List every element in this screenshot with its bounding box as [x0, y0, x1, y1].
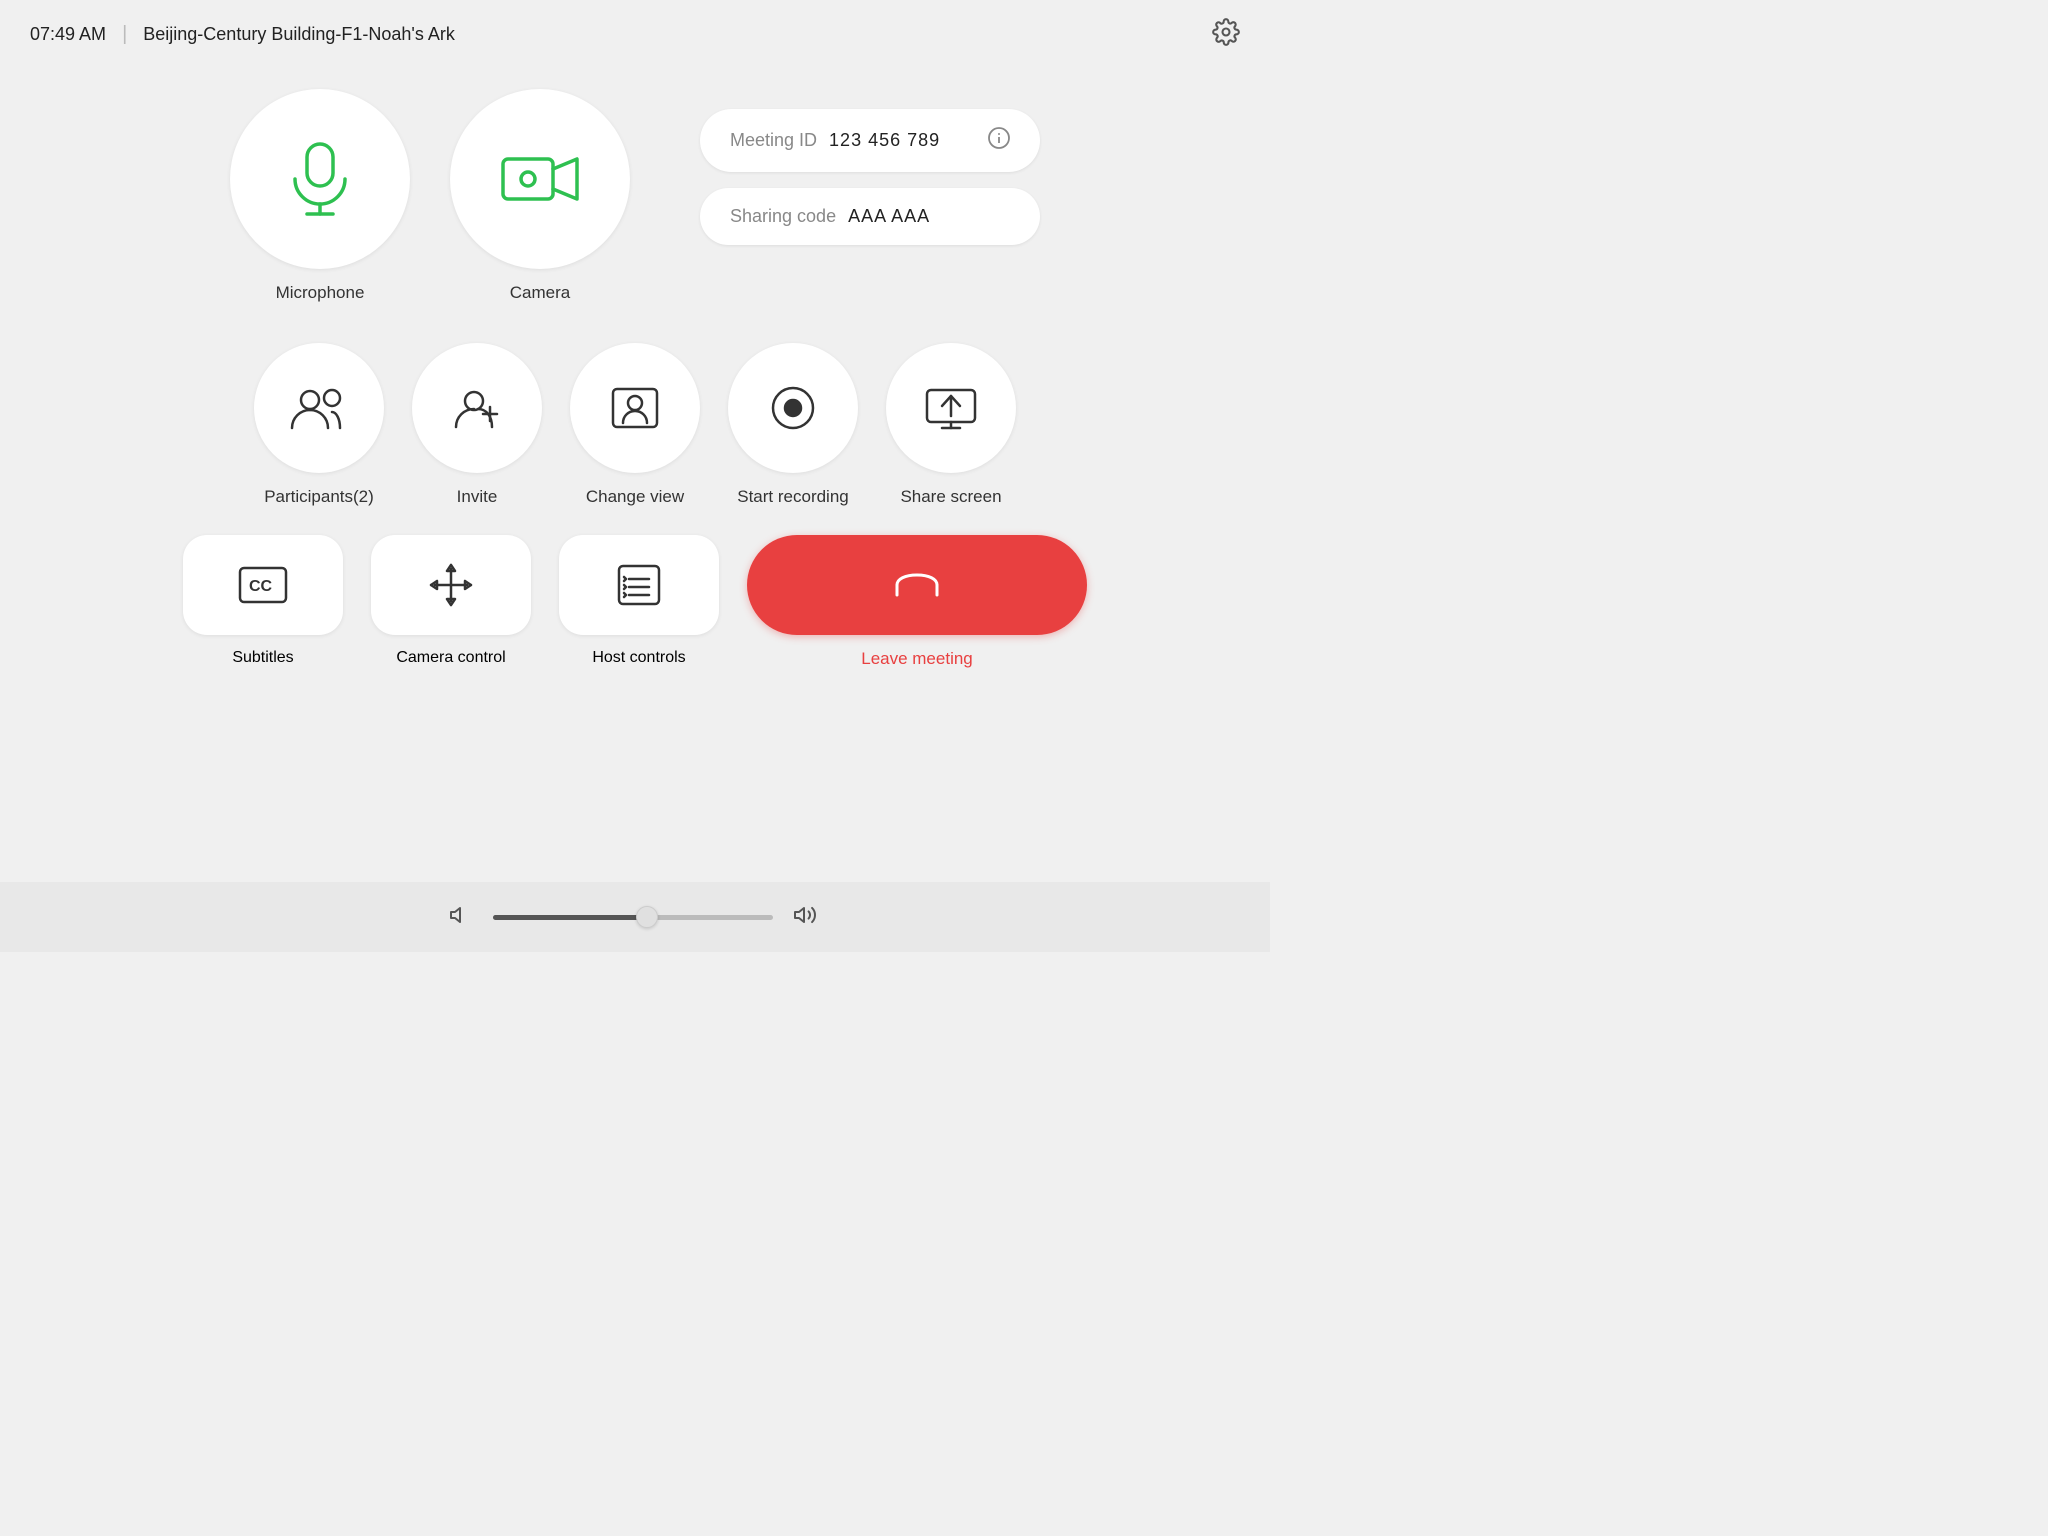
- invite-label: Invite: [457, 487, 498, 507]
- volume-thumb[interactable]: [636, 906, 658, 928]
- volume-low-icon: [449, 903, 473, 932]
- main-content: Microphone Camera Meeting ID 123 456 789: [0, 69, 1270, 669]
- header: 07:49 AM | Beijing-Century Building-F1-N…: [0, 0, 1270, 69]
- meeting-id-label: Meeting ID: [730, 130, 817, 151]
- bottom-row: CC Subtitles Camera control: [183, 535, 1087, 669]
- camera-control-button[interactable]: Camera control: [371, 535, 531, 667]
- change-view-circle: [570, 343, 700, 473]
- change-view-button[interactable]: Change view: [570, 343, 700, 507]
- camera-label: Camera: [510, 283, 570, 303]
- start-recording-label: Start recording: [737, 487, 849, 507]
- participants-button[interactable]: Participants(2): [254, 343, 384, 507]
- participants-label: Participants(2): [264, 487, 374, 507]
- camera-control-rect: [371, 535, 531, 635]
- host-controls-button[interactable]: Host controls: [559, 535, 719, 667]
- change-view-label: Change view: [586, 487, 684, 507]
- volume-fill: [493, 915, 647, 920]
- microphone-button[interactable]: Microphone: [230, 89, 410, 303]
- header-left: 07:49 AM | Beijing-Century Building-F1-N…: [30, 23, 455, 46]
- location-display: Beijing-Century Building-F1-Noah's Ark: [143, 24, 455, 45]
- leave-meeting-button[interactable]: [747, 535, 1087, 635]
- info-icon: [988, 127, 1010, 154]
- leave-meeting-label: Leave meeting: [861, 649, 973, 669]
- camera-button[interactable]: Camera: [450, 89, 630, 303]
- sharing-code-label: Sharing code: [730, 206, 836, 227]
- av-controls: Microphone Camera: [230, 89, 630, 303]
- start-recording-circle: [728, 343, 858, 473]
- time-display: 07:49 AM: [30, 24, 106, 45]
- header-divider: |: [122, 23, 127, 46]
- sharing-code-value: AAA AAA: [848, 206, 930, 227]
- info-panel: Meeting ID 123 456 789 Sharing code AAA …: [700, 109, 1040, 245]
- share-screen-button[interactable]: Share screen: [886, 343, 1016, 507]
- volume-bar: [0, 882, 1270, 952]
- svg-text:CC: CC: [249, 578, 273, 595]
- volume-high-icon: [793, 903, 821, 932]
- settings-icon[interactable]: [1212, 18, 1240, 51]
- camera-control-label: Camera control: [396, 649, 505, 667]
- meeting-id-pill[interactable]: Meeting ID 123 456 789: [700, 109, 1040, 172]
- microphone-circle: [230, 89, 410, 269]
- leave-container: Leave meeting: [747, 535, 1087, 669]
- host-controls-label: Host controls: [592, 649, 685, 667]
- camera-circle: [450, 89, 630, 269]
- share-screen-circle: [886, 343, 1016, 473]
- top-row: Microphone Camera Meeting ID 123 456 789: [60, 89, 1210, 303]
- subtitles-button[interactable]: CC Subtitles: [183, 535, 343, 667]
- volume-track[interactable]: [493, 915, 773, 920]
- participants-circle: [254, 343, 384, 473]
- share-screen-label: Share screen: [900, 487, 1001, 507]
- subtitles-label: Subtitles: [232, 649, 293, 667]
- meeting-id-value: 123 456 789: [829, 130, 940, 151]
- microphone-label: Microphone: [276, 283, 365, 303]
- sharing-code-pill[interactable]: Sharing code AAA AAA: [700, 188, 1040, 245]
- invite-circle: [412, 343, 542, 473]
- subtitles-rect: CC: [183, 535, 343, 635]
- start-recording-button[interactable]: Start recording: [728, 343, 858, 507]
- host-controls-rect: [559, 535, 719, 635]
- middle-row: Participants(2) Invite: [254, 343, 1016, 507]
- invite-button[interactable]: Invite: [412, 343, 542, 507]
